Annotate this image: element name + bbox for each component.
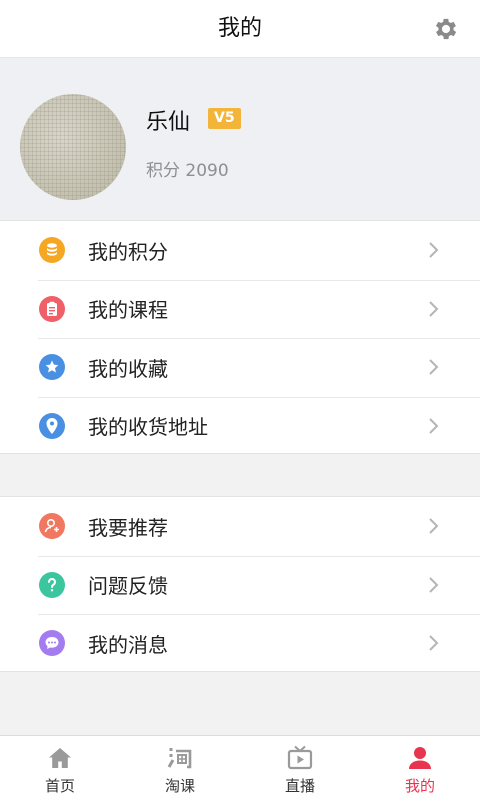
menu-item-label: 问题反馈 [88,574,168,599]
menu-item-courses[interactable]: 我的课程 [0,279,480,339]
tab-label: 我的 [404,777,435,795]
menu-item-label: 我的积分 [88,239,168,264]
tab-label: 首页 [44,777,75,795]
taoke-icon [167,748,192,769]
question-icon [39,571,65,598]
tab-live[interactable]: 直播 [240,736,360,800]
avatar[interactable] [20,94,126,200]
tab-label: 直播 [284,777,315,795]
clipboard-icon [39,295,65,322]
level-badge: V5 [208,108,241,129]
tab-home[interactable]: 首页 [0,736,120,800]
menu-group-account: 我的积分 我的课程 我的收藏 我的收货地址 [0,220,480,454]
menu-item-points[interactable]: 我的积分 [0,221,480,280]
user-recommend-icon [39,513,65,540]
coins-icon [39,237,65,264]
menu-item-feedback[interactable]: 问题反馈 [0,555,480,615]
tab-label: 淘课 [164,777,195,795]
chevron-right-icon [429,418,439,434]
menu-item-messages[interactable]: 我的消息 [0,614,480,673]
top-nav-bar: 我的 [0,0,480,58]
chevron-right-icon [429,518,439,534]
menu-item-label: 我的课程 [88,298,168,323]
tab-mine[interactable]: 我的 [360,736,480,800]
gear-icon[interactable] [432,15,460,43]
chevron-right-icon [429,577,439,593]
star-icon [39,354,65,381]
page-title: 我的 [217,16,262,41]
menu-item-label: 我的收藏 [88,356,168,381]
menu-item-address[interactable]: 我的收货地址 [0,396,480,456]
menu-item-label: 我要推荐 [88,515,168,540]
bottom-tab-bar: 首页 淘课 直播 我的 [0,735,480,800]
chevron-right-icon [429,359,439,375]
live-tv-icon [287,745,313,770]
menu-item-label: 我的收货地址 [88,415,208,440]
tab-taoke[interactable]: 淘课 [120,736,240,800]
home-icon [49,748,71,768]
person-icon [409,747,431,769]
chevron-right-icon [429,635,439,651]
profile-card[interactable]: 乐仙 V5 积分 2090 [0,58,480,220]
app-screen: 我的 乐仙 V5 积分 2090 我的积分 我的课程 我的收藏 我的收货地址 我… [0,0,480,800]
menu-group-support: 我要推荐 问题反馈 我的消息 [0,496,480,672]
username: 乐仙 [146,110,191,135]
message-icon [39,630,65,657]
location-pin-icon [39,412,65,439]
points-text: 积分 2090 [146,161,229,181]
chevron-right-icon [429,301,439,317]
menu-item-label: 我的消息 [88,632,168,657]
menu-item-recommend[interactable]: 我要推荐 [0,497,480,556]
chevron-right-icon [429,242,439,258]
menu-item-favorites[interactable]: 我的收藏 [0,338,480,397]
